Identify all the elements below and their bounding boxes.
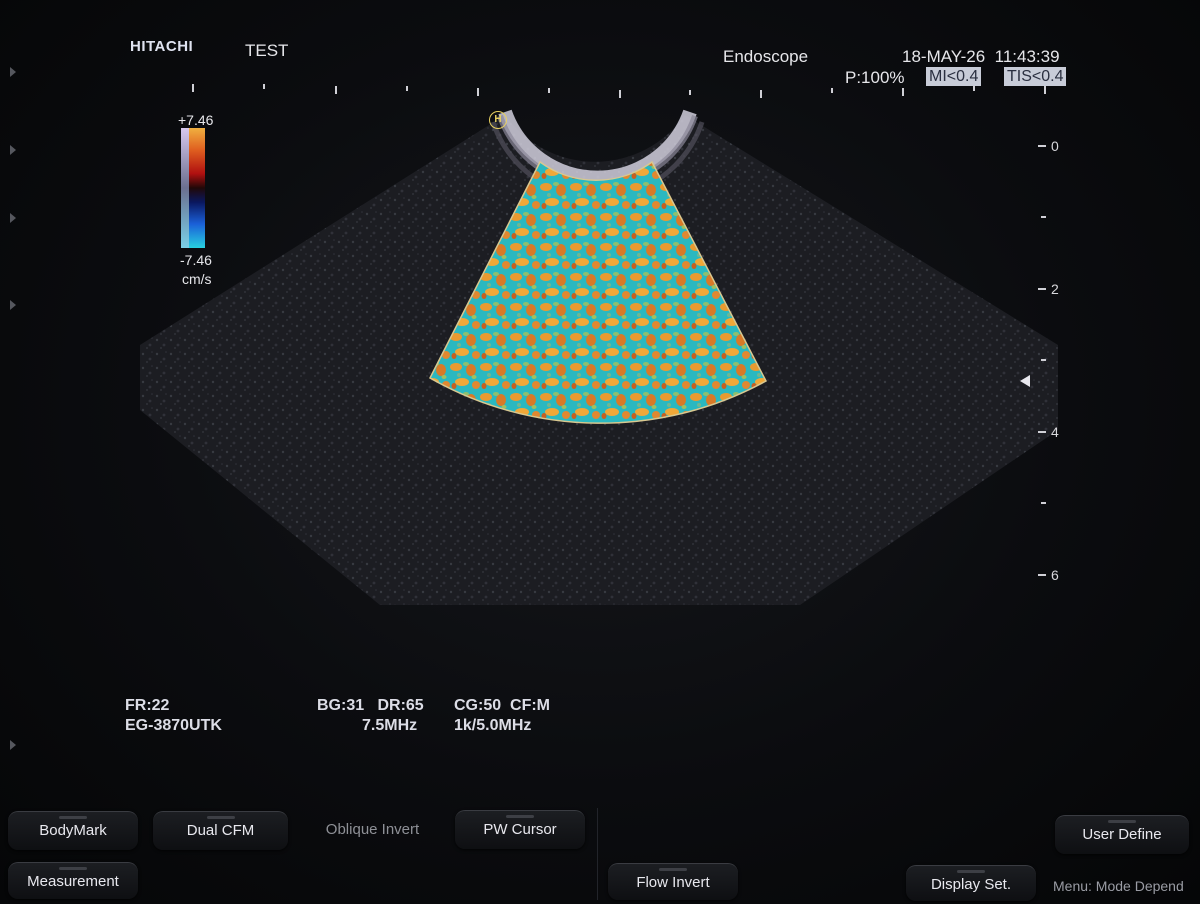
colorbar-min: -7.46 (180, 252, 212, 268)
side-arrow-icon (10, 145, 16, 155)
measurement-button[interactable]: Measurement (8, 862, 138, 899)
color-gain-filter: CG:50 CF:M (454, 697, 550, 714)
bmode-gain-range: BG:31 DR:65 (317, 697, 424, 714)
depth-label: 4 (1051, 424, 1059, 440)
ultrasound-image (140, 84, 1058, 605)
side-arrow-icon (10, 67, 16, 77)
mi-badge: MI<0.4 (926, 67, 982, 86)
color-frequency: 1k/5.0MHz (454, 717, 532, 734)
frame-rate: FR:22 (125, 697, 170, 714)
menu-hint: Menu: Mode Depend (1053, 878, 1184, 894)
orientation-marker-icon: H (489, 111, 507, 129)
lateral-scale (192, 84, 1046, 98)
probe-model: EG-3870UTK (125, 717, 222, 734)
patient-id: TEST (245, 41, 289, 60)
time: 11:43:39 (994, 47, 1060, 66)
side-arrow-icon (10, 740, 16, 750)
divider (597, 808, 598, 900)
bodymark-button[interactable]: BodyMark (8, 811, 138, 850)
flow-invert-button[interactable]: Flow Invert (608, 863, 738, 900)
tis-badge: TIS<0.4 (1004, 67, 1067, 86)
colorbar-unit: cm/s (182, 271, 212, 287)
date-time: 18-MAY-26 11:43:39 (902, 47, 1060, 67)
ultrasound-screen: HITACHI TEST Endoscope 18-MAY-26 11:43:3… (0, 0, 1200, 901)
depth-label: 6 (1051, 567, 1059, 583)
depth-label: 2 (1051, 281, 1059, 297)
pw-cursor-button[interactable]: PW Cursor (455, 810, 585, 849)
side-arrow-icon (10, 300, 16, 310)
date: 18-MAY-26 (902, 47, 986, 66)
dual-cfm-button[interactable]: Dual CFM (153, 811, 288, 850)
bmode-frequency: 7.5MHz (362, 717, 418, 734)
brand-logo: HITACHI (130, 38, 194, 55)
depth-label: 0 (1051, 138, 1059, 154)
side-arrow-icon (10, 213, 16, 223)
user-define-button[interactable]: User Define (1055, 815, 1189, 854)
preset-name: Endoscope (723, 47, 809, 66)
acoustic-power: P:100% (845, 68, 905, 87)
colorbar-max: +7.46 (178, 112, 214, 128)
display-set-button[interactable]: Display Set. (906, 865, 1036, 901)
oblique-invert-button[interactable]: Oblique Invert (305, 811, 440, 849)
focus-marker-icon[interactable] (1020, 375, 1030, 387)
velocity-colorbar (181, 128, 205, 248)
